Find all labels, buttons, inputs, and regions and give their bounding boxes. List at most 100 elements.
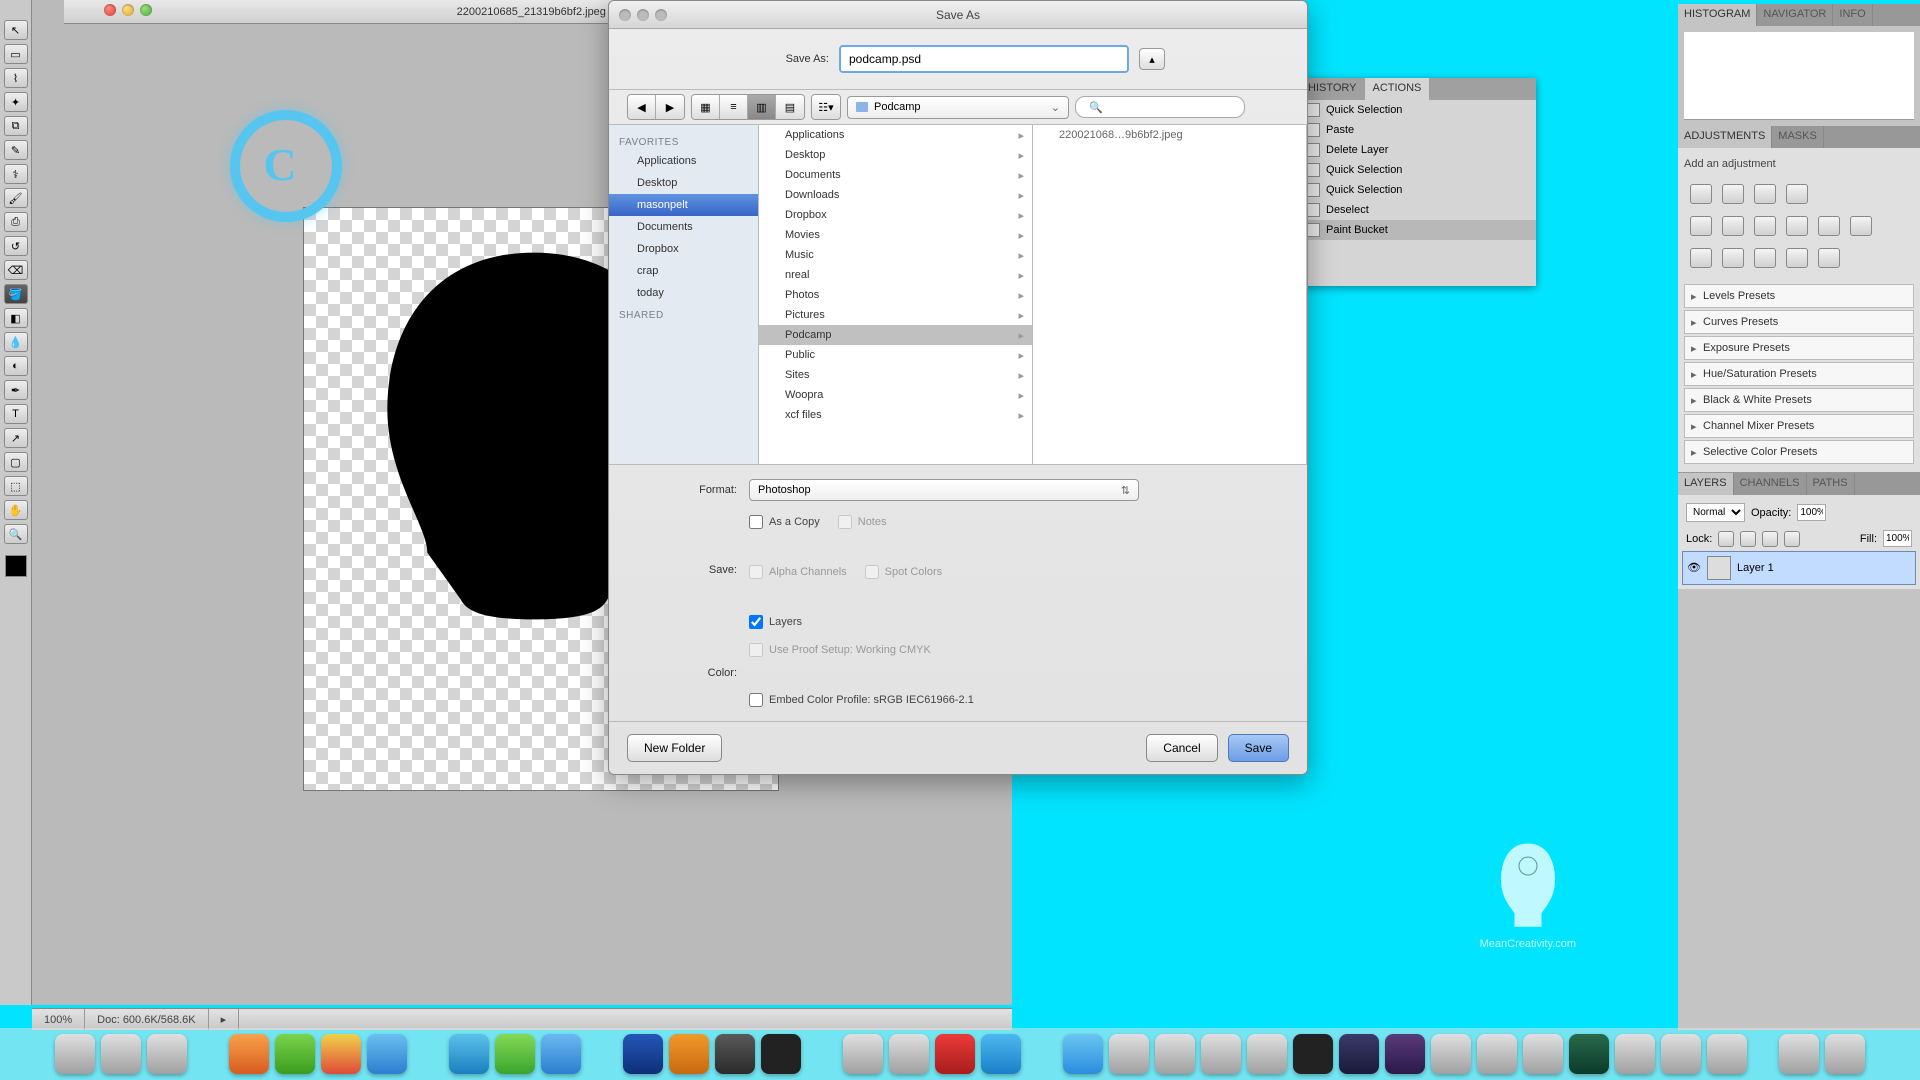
quick-select-tool[interactable]: ✦	[4, 92, 28, 112]
app-icon[interactable]	[1293, 1034, 1333, 1074]
dashboard-icon[interactable]	[101, 1034, 141, 1074]
downloads-stack-icon[interactable]	[1779, 1034, 1819, 1074]
adjustments-tab[interactable]: ADJUSTMENTS	[1678, 126, 1772, 148]
folder-item[interactable]: Downloads	[759, 185, 1032, 205]
layer-name[interactable]: Layer 1	[1737, 562, 1774, 574]
back-button[interactable]: ◀	[628, 95, 656, 119]
exposure-icon[interactable]	[1786, 184, 1808, 204]
move-tool[interactable]: ↖	[4, 20, 28, 40]
zoom-tool[interactable]: 🔍	[4, 524, 28, 544]
fcp-icon[interactable]	[1523, 1034, 1563, 1074]
sidebar-item[interactable]: Dropbox	[609, 238, 758, 260]
histogram-tab[interactable]: HISTOGRAM	[1678, 4, 1757, 26]
cancel-button[interactable]: Cancel	[1146, 734, 1217, 762]
type-tool[interactable]: T	[4, 404, 28, 424]
blend-mode-select[interactable]: Normal	[1686, 503, 1745, 522]
dodge-tool[interactable]: ◐	[4, 356, 28, 376]
file-item[interactable]: 220021068…9b6bf2.jpeg	[1033, 125, 1306, 145]
chrome-icon[interactable]	[321, 1034, 361, 1074]
history-item[interactable]: Quick Selection	[1300, 180, 1536, 200]
garageband-icon[interactable]	[1615, 1034, 1655, 1074]
folder-item[interactable]: xcf files	[759, 405, 1032, 425]
imovie-icon[interactable]	[1431, 1034, 1471, 1074]
eraser-tool[interactable]: ⌫	[4, 260, 28, 280]
filename-input[interactable]	[839, 45, 1129, 73]
masks-tab[interactable]: MASKS	[1772, 126, 1824, 148]
paths-tab[interactable]: PATHS	[1807, 473, 1855, 495]
path-select-tool[interactable]: ↗	[4, 428, 28, 448]
safari-icon[interactable]	[367, 1034, 407, 1074]
brush-tool[interactable]: 🖌	[4, 188, 28, 208]
lasso-tool[interactable]: ⌇	[4, 68, 28, 88]
folder-item[interactable]: Pictures	[759, 305, 1032, 325]
folder-item[interactable]: Documents	[759, 165, 1032, 185]
folder-item[interactable]: Movies	[759, 225, 1032, 245]
posterize-icon[interactable]	[1722, 248, 1744, 268]
foreground-swatch[interactable]	[6, 556, 26, 576]
illustrator-icon[interactable]	[669, 1034, 709, 1074]
dock[interactable]	[0, 1028, 1920, 1080]
folder-item[interactable]: Photos	[759, 285, 1032, 305]
history-tab[interactable]: HISTORY	[1300, 78, 1365, 100]
lock-all-icon[interactable]	[1784, 531, 1800, 547]
minimize-icon[interactable]	[122, 4, 134, 16]
browser-column-1[interactable]: Applications Desktop Documents Downloads…	[759, 125, 1033, 464]
aperture-icon[interactable]	[761, 1034, 801, 1074]
firefox-icon[interactable]	[229, 1034, 269, 1074]
channels-tab[interactable]: CHANNELS	[1734, 473, 1807, 495]
save-button[interactable]: Save	[1228, 734, 1289, 762]
paint-bucket-tool[interactable]: 🪣	[4, 284, 28, 304]
app2-icon[interactable]	[1661, 1034, 1701, 1074]
3d-tool[interactable]: ⬚	[4, 476, 28, 496]
healing-tool[interactable]: ⚕	[4, 164, 28, 184]
gradient-map-icon[interactable]	[1786, 248, 1808, 268]
zoom-icon[interactable]	[140, 4, 152, 16]
levels-icon[interactable]	[1722, 184, 1744, 204]
spotify-icon[interactable]	[495, 1034, 535, 1074]
finder-icon[interactable]	[55, 1034, 95, 1074]
hue-sat-icon[interactable]	[1722, 216, 1744, 236]
history-item[interactable]: Quick Selection	[1300, 100, 1536, 120]
dialog-window-controls[interactable]	[619, 9, 667, 21]
layer-row[interactable]: 👁 Layer 1	[1682, 551, 1916, 585]
history-item[interactable]: Deselect	[1300, 200, 1536, 220]
color-balance-icon[interactable]	[1754, 216, 1776, 236]
channel-mixer-icon[interactable]	[1850, 216, 1872, 236]
column-view-button[interactable]: ▥	[748, 95, 776, 119]
embed-profile-checkbox[interactable]: Embed Color Profile: sRGB IEC61966-2.1	[749, 693, 974, 707]
folder-item[interactable]: Woopra	[759, 385, 1032, 405]
folder-item[interactable]: Dropbox	[759, 205, 1032, 225]
folder-item[interactable]: Desktop	[759, 145, 1032, 165]
preview-icon[interactable]	[889, 1034, 929, 1074]
sidebar-item[interactable]: today	[609, 282, 758, 304]
arrange-button[interactable]: ☷▾	[812, 95, 840, 119]
selective-color-icon[interactable]	[1818, 248, 1840, 268]
info-tab[interactable]: INFO	[1833, 4, 1872, 26]
lock-pixels-icon[interactable]	[1740, 531, 1756, 547]
path-dropdown[interactable]: Podcamp ⌄	[847, 96, 1069, 119]
preset-bw[interactable]: Black & White Presets	[1684, 388, 1914, 412]
earth-icon[interactable]	[1247, 1034, 1287, 1074]
navigator-tab[interactable]: NAVIGATOR	[1757, 4, 1833, 26]
sidebar-item[interactable]: Documents	[609, 216, 758, 238]
as-a-copy-checkbox[interactable]: As a Copy	[749, 515, 820, 529]
new-folder-button[interactable]: New Folder	[627, 734, 722, 762]
audition-icon[interactable]	[1569, 1034, 1609, 1074]
folder-item[interactable]: Podcamp	[759, 325, 1032, 345]
preset-channelmix[interactable]: Channel Mixer Presets	[1684, 414, 1914, 438]
actions-tab[interactable]: ACTIONS	[1365, 78, 1430, 100]
layer-thumbnail[interactable]	[1707, 556, 1731, 580]
blur-tool[interactable]: 💧	[4, 332, 28, 352]
lightroom-icon[interactable]	[715, 1034, 755, 1074]
idvd-icon[interactable]	[1477, 1034, 1517, 1074]
threshold-icon[interactable]	[1754, 248, 1776, 268]
dialog-close-icon[interactable]	[619, 9, 631, 21]
opacity-input[interactable]	[1797, 504, 1826, 521]
visibility-icon[interactable]: 👁	[1687, 561, 1701, 575]
folder-item[interactable]: Applications	[759, 125, 1032, 145]
messages-icon[interactable]	[1201, 1034, 1241, 1074]
aftereffects-icon[interactable]	[1339, 1034, 1379, 1074]
shape-tool[interactable]: ▢	[4, 452, 28, 472]
contacts-icon[interactable]	[1109, 1034, 1149, 1074]
preset-curves[interactable]: Curves Presets	[1684, 310, 1914, 334]
